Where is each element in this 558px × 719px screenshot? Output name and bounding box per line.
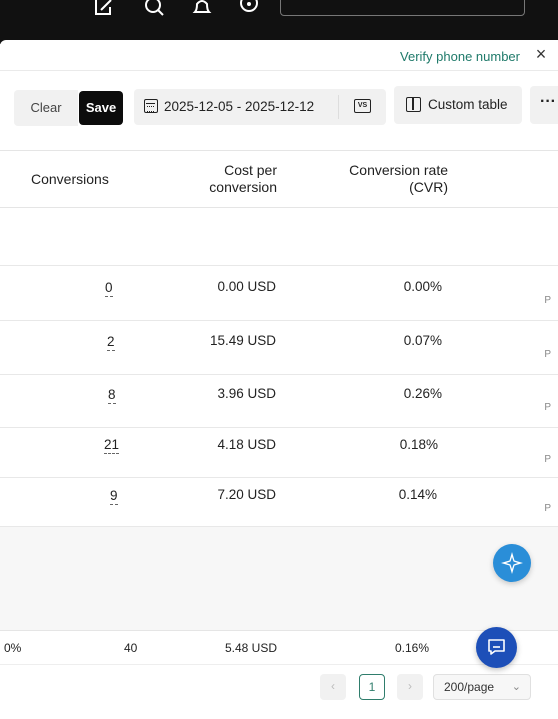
header-cost-line-1: Cost per [224,162,277,178]
cvr-value: 0.26% [403,386,442,401]
conversions-value[interactable]: 8 [108,387,116,404]
page-size-value: 200/page [444,680,495,694]
table-row[interactable]: 8 3.96 USD 0.26% P [0,375,558,428]
global-search-input[interactable] [280,0,525,16]
date-range-picker[interactable]: 2025-12-05 - 2025-12-12 VS [134,89,386,125]
cost-value: 7.20 USD [217,487,276,502]
cvr-value: 0.18% [399,437,438,452]
table-empty-area [0,527,558,630]
page-number-button[interactable]: 1 [359,674,385,700]
table-row[interactable]: 9 7.20 USD 0.14% P [0,478,558,527]
date-range-text: 2025-12-05 - 2025-12-12 [164,99,315,114]
next-page-button[interactable]: › [397,674,423,700]
table-total-row: 0% 40 5.48 USD 0.16% [0,630,558,664]
close-icon[interactable]: × [531,44,551,65]
chat-support-button[interactable] [476,627,517,668]
top-navigation-bar [0,0,558,44]
edit-icon[interactable] [92,0,116,20]
row-edge-text: P [544,349,551,360]
chevron-down-icon: ⌄ [511,681,521,693]
total-conversions-value: 40 [124,641,138,655]
sparkle-icon [501,552,523,574]
verify-phone-link[interactable]: Verify phone number [400,49,520,64]
header-cost-per-conversion[interactable]: Cost per conversion [204,162,277,196]
row-edge-text: P [544,503,551,514]
compare-vs-icon[interactable]: VS [354,99,371,113]
header-cost-line-2: conversion [209,179,277,195]
custom-table-label: Custom table [428,97,508,112]
table-row-empty [0,208,558,266]
custom-table-button[interactable]: Custom table [394,86,522,124]
cost-value: 0.00 USD [217,279,276,294]
header-cvr-line-1: Conversion rate [349,162,448,178]
total-left-value: 0% [4,641,22,655]
conversions-value[interactable]: 21 [104,437,120,454]
row-edge-text: P [544,454,551,465]
previous-page-button[interactable]: ‹ [320,674,346,700]
clear-button[interactable]: Clear [14,90,78,126]
page-size-select[interactable]: 200/page ⌄ [433,674,531,700]
table-row[interactable]: 2 15.49 USD 0.07% P [0,321,558,375]
ai-assistant-button[interactable] [493,544,531,582]
table-row[interactable]: 21 4.18 USD 0.18% P [0,428,558,478]
cvr-value: 0.00% [403,279,442,294]
total-cost-value: 5.48 USD [224,641,277,655]
header-cvr-line-2: (CVR) [409,179,448,195]
conversions-value[interactable]: 9 [110,488,118,505]
cvr-value: 0.07% [403,333,442,348]
pagination-bar: ‹ 1 › 200/page ⌄ [0,664,558,719]
cvr-value: 0.14% [398,487,437,502]
row-edge-text: P [544,402,551,413]
divider [338,95,339,119]
cost-value: 15.49 USD [209,333,276,348]
save-button[interactable]: Save [79,91,123,125]
divider [0,70,558,71]
table-header: Conversions Cost per conversion Conversi… [0,150,558,208]
columns-icon [406,97,421,112]
header-cvr[interactable]: Conversion rate (CVR) [330,162,448,196]
search-icon[interactable] [143,0,167,20]
calendar-icon [144,99,158,113]
cost-value: 4.18 USD [217,437,276,452]
chat-icon [488,639,505,655]
help-icon[interactable] [237,0,261,20]
cost-value: 3.96 USD [217,386,276,401]
conversions-value[interactable]: 0 [105,280,113,297]
row-edge-text: P [544,295,551,306]
conversions-value[interactable]: 2 [107,334,115,351]
table-row[interactable]: 0 0.00 USD 0.00% P [0,266,558,321]
header-conversions[interactable]: Conversions [31,171,109,188]
total-cvr-value: 0.16% [394,641,429,655]
more-options-button[interactable]: ··· [530,86,558,124]
bell-icon[interactable] [190,0,214,20]
